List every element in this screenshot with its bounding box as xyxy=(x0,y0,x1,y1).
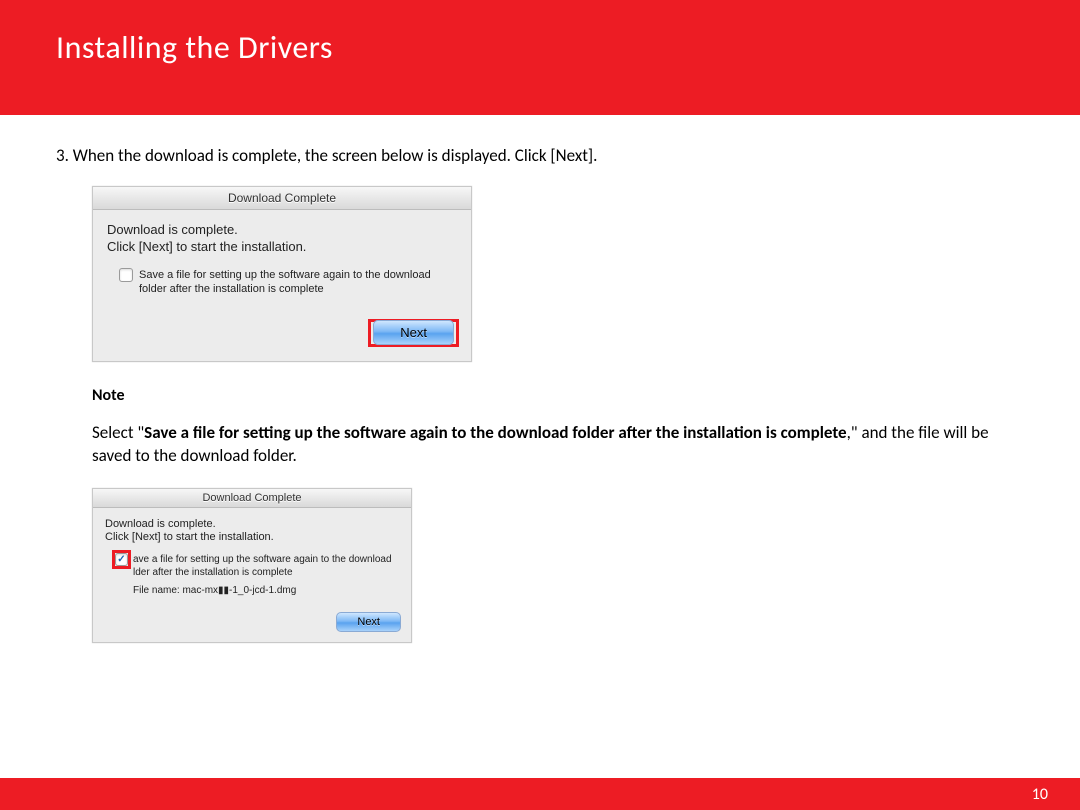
file-name-line: File name: mac-mx▮▮-1_0-jcd-1.dmg xyxy=(133,585,399,596)
dialog-title: Download Complete xyxy=(93,187,471,210)
save-file-checkbox-label: ave a file for setting up the software a… xyxy=(133,553,392,579)
save-file-checkbox-row: Save a file for setting up the software … xyxy=(119,268,457,297)
next-button[interactable]: Next xyxy=(373,320,454,345)
dialog-title: Download Complete xyxy=(93,489,411,508)
page-number: 10 xyxy=(1032,785,1048,804)
dialog-text-line1: Download is complete. xyxy=(107,222,457,237)
page-footer: 10 xyxy=(0,778,1080,810)
dialog-text-line1: Download is complete. xyxy=(105,518,399,530)
download-complete-dialog-2: Download Complete Download is complete. … xyxy=(92,488,412,643)
download-complete-dialog-1: Download Complete Download is complete. … xyxy=(92,186,472,362)
page-title: Installing the Drivers xyxy=(56,28,1080,67)
note-body: Select "Save a file for setting up the s… xyxy=(92,421,1024,469)
save-file-checkbox-unchecked[interactable] xyxy=(119,268,133,282)
checkbox-highlight xyxy=(112,550,131,569)
save-file-checkbox-checked[interactable]: ✓ xyxy=(115,553,128,566)
next-button[interactable]: Next xyxy=(336,612,401,632)
dialog-text-line2: Click [Next] to start the installation. xyxy=(107,239,457,254)
dialog-text-line2: Click [Next] to start the installation. xyxy=(105,531,399,543)
next-button-highlight: Next xyxy=(368,319,459,347)
page-header: Installing the Drivers xyxy=(0,0,1080,115)
page-content: 3. When the download is complete, the sc… xyxy=(0,115,1080,643)
save-file-checkbox-row: ✓ ave a file for setting up the software… xyxy=(115,553,399,579)
note-heading: Note xyxy=(92,386,1024,405)
save-file-checkbox-label: Save a file for setting up the software … xyxy=(139,268,457,297)
step-3-instruction: 3. When the download is complete, the sc… xyxy=(56,145,1024,166)
